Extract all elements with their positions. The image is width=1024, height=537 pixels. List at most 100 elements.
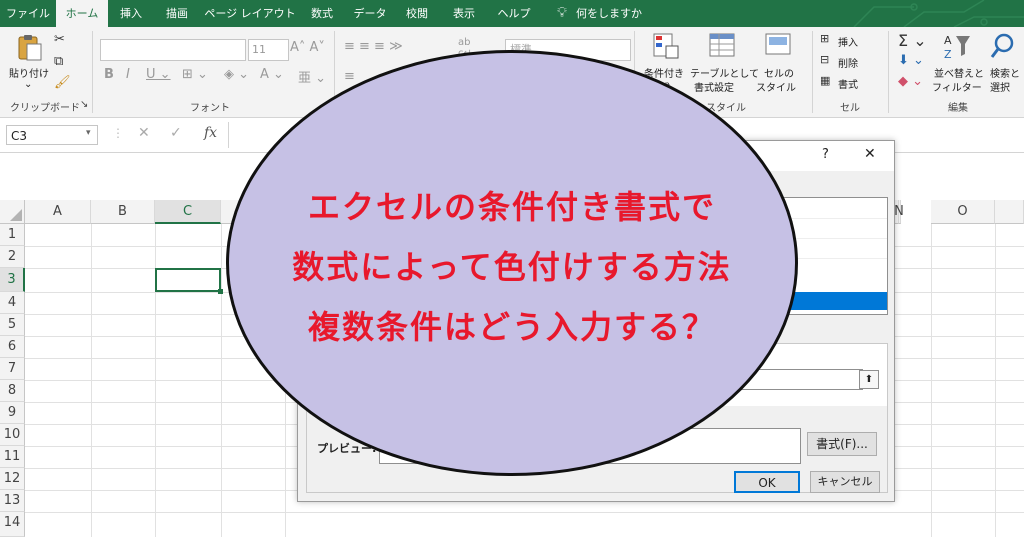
dialog-launcher-icon[interactable]: ↘ (80, 99, 88, 110)
format-as-table-icon[interactable] (708, 32, 738, 60)
insert-function-icon[interactable]: fx (204, 125, 217, 141)
cell-styles-label[interactable]: セルの (764, 65, 794, 80)
select-all-triangle-icon (10, 209, 22, 221)
cancel-icon[interactable]: ✕ (138, 125, 150, 141)
select-all-corner[interactable] (0, 200, 25, 224)
divider (812, 31, 813, 113)
row-header-1[interactable]: 1 (0, 224, 25, 246)
divider (92, 31, 93, 113)
enter-icon[interactable]: ✓ (170, 125, 182, 141)
font-size-select[interactable]: 11 (248, 39, 289, 61)
italic-icon[interactable]: I (126, 67, 130, 82)
cancel-button[interactable]: キャンセル (810, 471, 880, 493)
sort-filter-icon[interactable]: A Z (942, 32, 972, 60)
row-header-13[interactable]: 13 (0, 490, 25, 512)
row-header-7[interactable]: 7 (0, 358, 25, 380)
tab-review[interactable]: 校閲 (396, 0, 438, 27)
fill-icon[interactable]: ⬇ ⌄ (898, 53, 924, 68)
find-select-label-2[interactable]: 選択 (990, 79, 1010, 94)
clear-icon[interactable]: ◆ ⌄ (898, 74, 923, 89)
font-name-select[interactable] (100, 39, 246, 61)
column-header-p[interactable] (995, 200, 1024, 224)
paste-label[interactable]: 貼り付け (9, 65, 49, 80)
format-cells-label[interactable]: 書式 (838, 76, 858, 91)
format-painter-icon[interactable]: 🖌︎ (54, 75, 71, 90)
divider (888, 31, 889, 113)
format-cells-icon[interactable]: ▦ (820, 74, 830, 87)
collapse-dialog-icon[interactable]: ⬆ (859, 370, 879, 389)
paste-dropdown-icon[interactable]: ⌄ (24, 79, 32, 90)
name-box-dropdown-icon[interactable]: ▾ (86, 128, 91, 138)
grow-font-icon[interactable]: A˄ A˅ (290, 40, 325, 55)
more-icon: ⋮ (112, 126, 124, 140)
fill-color-icon[interactable]: ◈ ⌄ (224, 67, 249, 82)
tab-view[interactable]: 表示 (442, 0, 486, 27)
row-header-8[interactable]: 8 (0, 380, 25, 402)
column-header-b[interactable]: B (91, 200, 155, 224)
phonetic-icon[interactable]: 亜 ⌄ (298, 67, 326, 86)
cell-styles-icon[interactable] (764, 32, 792, 60)
tab-insert[interactable]: 挿入 (110, 0, 152, 27)
copy-icon[interactable]: ⧉ (54, 54, 63, 69)
delete-cells-label[interactable]: 削除 (838, 55, 858, 70)
sort-filter-label-2[interactable]: フィルター (932, 79, 982, 94)
tab-file[interactable]: ファイル (0, 0, 56, 27)
column-header-c[interactable]: C (155, 200, 221, 224)
headline-line-3: 複数条件はどう入力する？ (307, 308, 716, 346)
tab-page-layout[interactable]: ページ レイアウト (204, 0, 296, 27)
tab-help[interactable]: ヘルプ (490, 0, 538, 27)
tab-draw[interactable]: 描画 (155, 0, 199, 27)
row-header-4[interactable]: 4 (0, 292, 25, 314)
tell-me-search[interactable]: 何をしますか (576, 0, 666, 27)
circuit-decoration (853, 0, 1024, 27)
lightbulb-icon: 💡︎ (557, 5, 567, 21)
selected-cell-c3[interactable] (155, 268, 221, 292)
fill-handle[interactable] (218, 289, 223, 294)
row-header-12[interactable]: 12 (0, 468, 25, 490)
clipboard-group-label: クリップボード (10, 103, 80, 114)
align-top-icon[interactable]: ≡ ≡ ≡ ≫ (344, 39, 403, 54)
row-header-14[interactable]: 14 (0, 512, 25, 537)
column-header-o[interactable]: O (931, 200, 995, 224)
align-left-icon[interactable]: ≡ (344, 69, 355, 84)
paste-icon[interactable] (14, 33, 44, 63)
row-header-5[interactable]: 5 (0, 314, 25, 336)
svg-text:A: A (944, 34, 952, 47)
row-header-3[interactable]: 3 (0, 268, 25, 292)
format-as-table-label-2[interactable]: 書式設定 (694, 79, 734, 94)
find-select-label[interactable]: 検索と (990, 65, 1020, 80)
cell-styles-label-2[interactable]: スタイル (756, 79, 796, 94)
tab-home[interactable]: ホーム (56, 0, 108, 27)
underline-icon[interactable]: U ⌄ (146, 67, 171, 82)
row-header-11[interactable]: 11 (0, 446, 25, 468)
ok-button[interactable]: OK (734, 471, 800, 493)
headline-line-2: 数式によって色付けする方法 (292, 248, 732, 286)
dialog-help-button[interactable]: ? (822, 147, 829, 162)
font-group-label: フォント (190, 103, 230, 114)
font-color-icon[interactable]: A ⌄ (260, 67, 284, 82)
row-header-6[interactable]: 6 (0, 336, 25, 358)
row-header-9[interactable]: 9 (0, 402, 25, 424)
sort-filter-label[interactable]: 並べ替えと (934, 65, 984, 80)
autosum-icon[interactable]: Σ ⌄ (898, 31, 927, 50)
bold-icon[interactable]: B (104, 67, 114, 82)
format-button[interactable]: 書式(F)... (807, 432, 877, 456)
border-icon[interactable]: ⊞ ⌄ (182, 67, 208, 82)
name-box[interactable]: C3 (6, 125, 98, 145)
format-as-table-label[interactable]: テーブルとして (690, 65, 759, 80)
conditional-formatting-icon[interactable] (652, 32, 680, 60)
row-header-2[interactable]: 2 (0, 246, 25, 268)
insert-cells-icon[interactable]: ⊞ (820, 32, 829, 45)
headline-line-1: エクセルの条件付き書式で (307, 188, 716, 226)
insert-cells-label[interactable]: 挿入 (838, 34, 858, 49)
row-header-10[interactable]: 10 (0, 424, 25, 446)
tab-data[interactable]: データ (347, 0, 393, 27)
delete-cells-icon[interactable]: ⊟ (820, 53, 829, 66)
cut-icon[interactable]: ✂ (54, 32, 65, 47)
dialog-close-button[interactable]: ✕ (864, 146, 876, 162)
editing-group-label: 編集 (948, 103, 968, 114)
find-select-icon[interactable] (990, 32, 1016, 60)
tab-formulas[interactable]: 数式 (301, 0, 343, 27)
svg-text:Z: Z (944, 48, 952, 60)
column-header-a[interactable]: A (25, 200, 91, 224)
